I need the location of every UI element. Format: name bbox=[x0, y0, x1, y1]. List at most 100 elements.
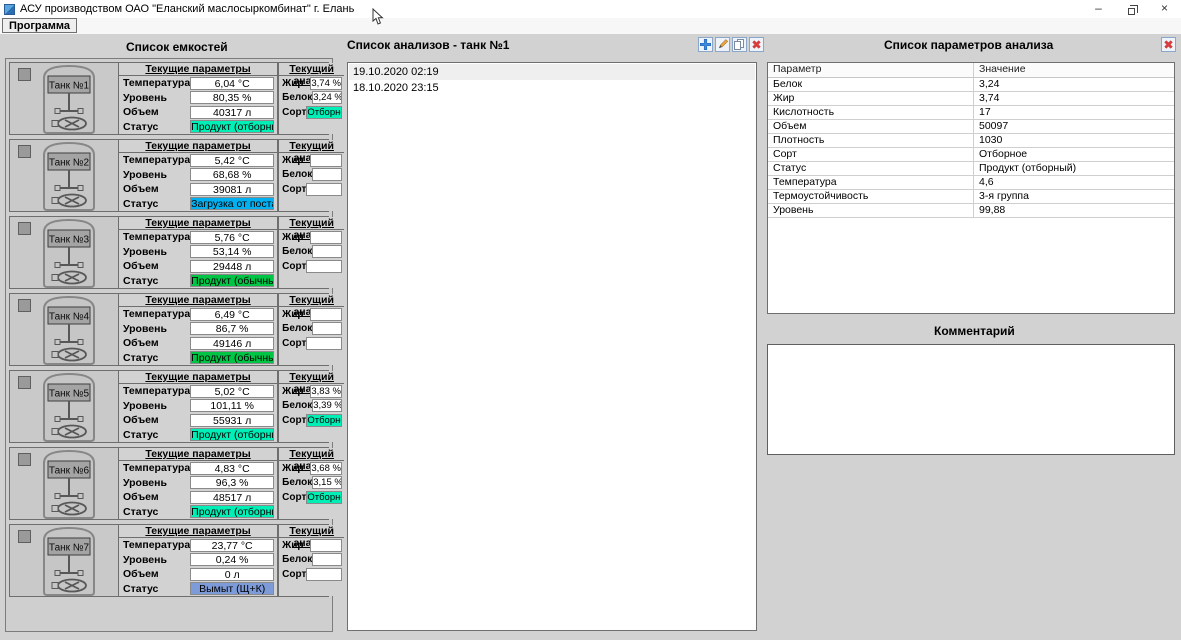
pages-icon bbox=[734, 39, 745, 50]
close-panel-button[interactable] bbox=[1161, 37, 1176, 52]
restore-button[interactable] bbox=[1115, 0, 1148, 18]
analysis-list-item[interactable]: 19.10.2020 02:19 bbox=[349, 64, 755, 80]
current-parameters-header: Текущие параметры bbox=[119, 217, 277, 230]
table-row[interactable]: Белок 3,24 bbox=[768, 78, 1174, 92]
tank-indicator[interactable] bbox=[18, 530, 31, 543]
app-icon bbox=[4, 4, 15, 15]
tank-indicator[interactable] bbox=[18, 453, 31, 466]
tank-icon: Танк №4 bbox=[36, 295, 102, 366]
table-row[interactable]: Термоустойчивость 3-я группа bbox=[768, 190, 1174, 204]
temperature-value: 5,42 °C bbox=[190, 154, 274, 167]
fat-value: 3,74 % bbox=[310, 77, 342, 90]
edit-analysis-button[interactable] bbox=[715, 37, 730, 52]
plus-icon bbox=[699, 38, 712, 51]
value-column-header: Значение bbox=[974, 63, 1174, 77]
status-badge: Продукт (отборный) bbox=[190, 428, 274, 441]
table-row[interactable]: Уровень 99,88 bbox=[768, 204, 1174, 218]
param-cell: Температура bbox=[768, 176, 974, 189]
tank-icon: Танк №1 bbox=[36, 64, 102, 135]
fat-value bbox=[310, 539, 342, 552]
param-cell: Статус bbox=[768, 162, 974, 175]
grade-label: Сорт bbox=[282, 492, 306, 503]
current-analysis-header: Текущий анализ bbox=[279, 63, 344, 76]
table-row[interactable]: Плотность 1030 bbox=[768, 134, 1174, 148]
status-badge: Продукт (обычный) bbox=[190, 274, 274, 287]
tank-row[interactable]: Танк №1 Текущие параметры Температура 6,… bbox=[9, 62, 329, 135]
current-parameters-group: Текущие параметры Температура 23,77 °C У… bbox=[118, 525, 278, 596]
param-cell: Уровень bbox=[768, 204, 974, 217]
tank-indicator[interactable] bbox=[18, 376, 31, 389]
fat-label: Жир bbox=[282, 232, 310, 243]
temperature-label: Температура bbox=[123, 231, 190, 243]
current-analysis-group: Текущий анализ Жир 3,68 % Белок 3,15 % С… bbox=[278, 448, 344, 519]
fat-label: Жир bbox=[282, 540, 310, 551]
add-analysis-button[interactable] bbox=[698, 37, 713, 52]
level-label: Уровень bbox=[123, 400, 190, 412]
tank-graphic-cell: Танк №5 bbox=[10, 371, 118, 442]
table-row[interactable]: Кислотность 17 bbox=[768, 106, 1174, 120]
table-row[interactable]: Сорт Отборное bbox=[768, 148, 1174, 162]
tank-row[interactable]: Танк №6 Текущие параметры Температура 4,… bbox=[9, 447, 329, 520]
volume-label: Объем bbox=[123, 568, 190, 580]
protein-label: Белок bbox=[282, 477, 312, 488]
protein-value bbox=[312, 322, 342, 335]
current-parameters-header: Текущие параметры bbox=[119, 294, 277, 307]
table-row[interactable]: Температура 4,6 bbox=[768, 176, 1174, 190]
current-analysis-header: Текущий анализ bbox=[279, 525, 344, 538]
current-parameters-group: Текущие параметры Температура 6,49 °C Ур… bbox=[118, 294, 278, 365]
tank-row[interactable]: Танк №5 Текущие параметры Температура 5,… bbox=[9, 370, 329, 443]
close-window-button[interactable]: × bbox=[1148, 0, 1181, 18]
grade-label: Сорт bbox=[282, 569, 306, 580]
volume-label: Объем bbox=[123, 337, 190, 349]
param-cell: Плотность bbox=[768, 134, 974, 147]
temperature-value: 6,04 °C bbox=[190, 77, 274, 90]
tank-graphic-cell: Танк №6 bbox=[10, 448, 118, 519]
current-analysis-header: Текущий анализ bbox=[279, 140, 344, 153]
status-badge: Продукт (отборный) bbox=[190, 120, 274, 133]
level-label: Уровень bbox=[123, 246, 190, 258]
protein-value: 3,15 % bbox=[312, 476, 342, 489]
fat-label: Жир bbox=[282, 78, 310, 89]
table-row[interactable]: Статус Продукт (отборный) bbox=[768, 162, 1174, 176]
volume-value: 40317 л bbox=[190, 106, 274, 119]
minimize-button[interactable]: – bbox=[1082, 0, 1115, 18]
tank-indicator[interactable] bbox=[18, 145, 31, 158]
grade-badge bbox=[306, 260, 342, 273]
current-parameters-header: Текущие параметры bbox=[119, 140, 277, 153]
volume-value: 48517 л bbox=[190, 491, 274, 504]
svg-text:Танк №3: Танк №3 bbox=[49, 235, 90, 246]
current-parameters-header: Текущие параметры bbox=[119, 63, 277, 76]
tank-indicator[interactable] bbox=[18, 68, 31, 81]
analyses-list[interactable]: 19.10.2020 02:19 18.10.2020 23:15 bbox=[347, 62, 757, 631]
tank-row[interactable]: Танк №3 Текущие параметры Температура 5,… bbox=[9, 216, 329, 289]
tank-indicator[interactable] bbox=[18, 299, 31, 312]
value-cell: 4,6 bbox=[974, 176, 1174, 189]
level-label: Уровень bbox=[123, 92, 190, 104]
analysis-list-item[interactable]: 18.10.2020 23:15 bbox=[349, 80, 755, 96]
protein-label: Белок bbox=[282, 400, 312, 411]
delete-x-icon bbox=[750, 38, 763, 51]
current-parameters-group: Текущие параметры Температура 5,76 °C Ур… bbox=[118, 217, 278, 288]
copy-analysis-button[interactable] bbox=[732, 37, 747, 52]
temperature-label: Температура bbox=[123, 77, 190, 89]
table-row[interactable]: Жир 3,74 bbox=[768, 92, 1174, 106]
menu-program[interactable]: Программа bbox=[2, 18, 77, 33]
grade-label: Сорт bbox=[282, 338, 306, 349]
status-badge: Продукт (отборный) bbox=[190, 505, 274, 518]
tank-list-title: Список емкостей bbox=[126, 40, 228, 54]
temperature-label: Температура bbox=[123, 539, 190, 551]
tank-row[interactable]: Танк №2 Текущие параметры Температура 5,… bbox=[9, 139, 329, 212]
tank-row[interactable]: Танк №7 Текущие параметры Температура 23… bbox=[9, 524, 329, 597]
table-row[interactable]: Объем 50097 bbox=[768, 120, 1174, 134]
fat-label: Жир bbox=[282, 155, 310, 166]
volume-label: Объем bbox=[123, 414, 190, 426]
tank-indicator[interactable] bbox=[18, 222, 31, 235]
tank-graphic-cell: Танк №3 bbox=[10, 217, 118, 288]
grade-label: Сорт bbox=[282, 184, 306, 195]
svg-text:Танк №5: Танк №5 bbox=[49, 389, 90, 400]
comment-input[interactable] bbox=[767, 344, 1175, 455]
delete-analysis-button[interactable] bbox=[749, 37, 764, 52]
tank-row[interactable]: Танк №4 Текущие параметры Температура 6,… bbox=[9, 293, 329, 366]
svg-text:Танк №1: Танк №1 bbox=[49, 81, 90, 92]
tank-icon: Танк №7 bbox=[36, 526, 102, 597]
